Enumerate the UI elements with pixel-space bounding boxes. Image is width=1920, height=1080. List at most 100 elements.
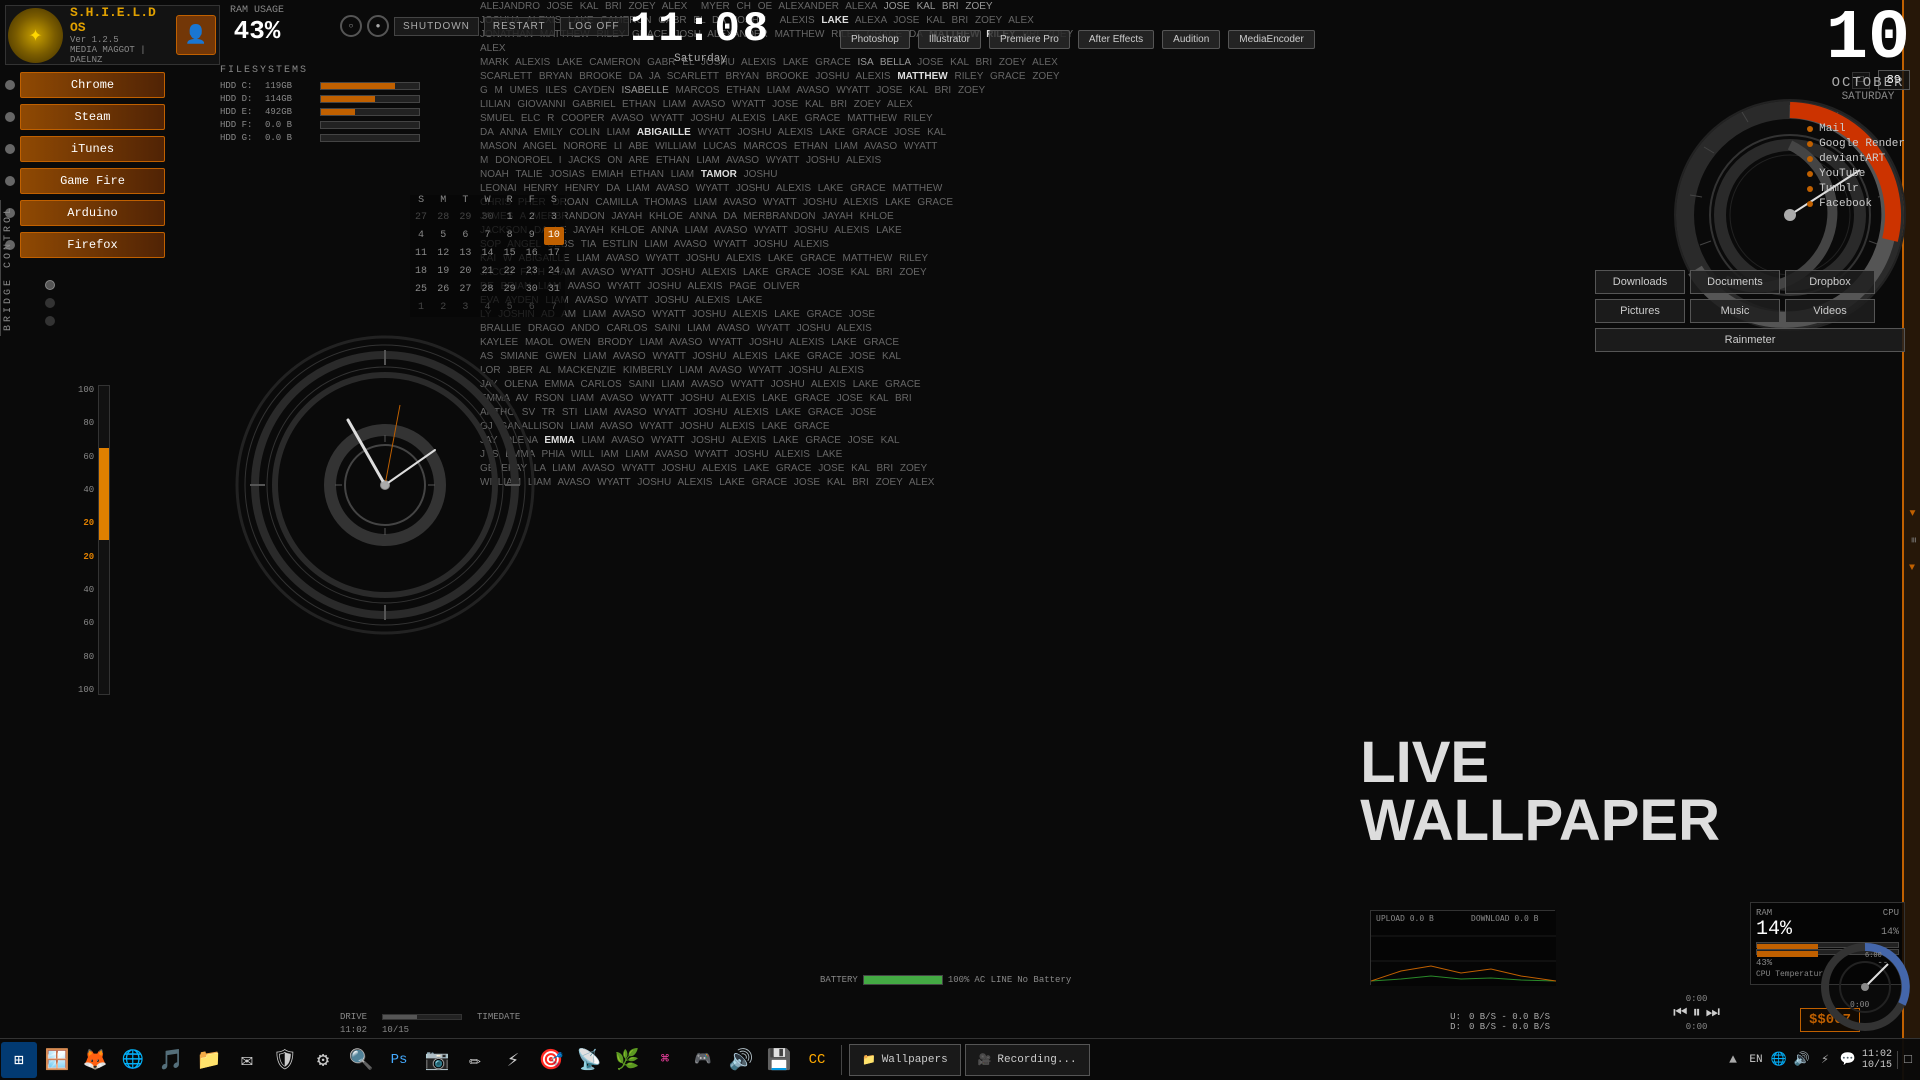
next-button[interactable]: ⏭: [1706, 1004, 1720, 1022]
net-upload-label: U:: [1450, 1012, 1461, 1022]
taskbar-icon-extra3[interactable]: 🔊: [723, 1042, 759, 1078]
face-art: ALEJANDRO JOSE KAL BRI ZOEY ALEX MYER CH…: [480, 0, 1080, 780]
fs-row-d: HDD D: 114GB: [220, 94, 420, 104]
ram-panel: RAM USAGE 43%: [230, 5, 284, 46]
media-time-end: 0:00: [1686, 1022, 1708, 1032]
ram-label: RAM USAGE: [230, 5, 284, 16]
sidebar-item-steam[interactable]: Steam: [0, 104, 220, 130]
premiere-btn[interactable]: Premiere Pro: [989, 30, 1070, 49]
link-facebook[interactable]: Facebook: [1807, 198, 1905, 210]
left-sidebar: Chrome Steam iTunes Game Fire Arduino Fi…: [0, 70, 220, 260]
play-pause-button[interactable]: ⏸: [1693, 1004, 1701, 1022]
shutdown-button[interactable]: SHUTDOWN: [394, 17, 479, 36]
today-cell: 10: [544, 227, 564, 245]
taskbar-icon-settings[interactable]: ⚙: [305, 1042, 341, 1078]
shield-logo: ✦: [8, 8, 63, 63]
battery-label: BATTERY: [820, 975, 858, 985]
taskbar: ⊞ 🪟 🦊 🌐 🎵 📁 ✉ 🛡 ⚙ 🔍 Ps 📷 ✏ ⚡ 🎯 📡 🌿 ⌘ 🎮 🔊…: [0, 1038, 1920, 1080]
sidebar-item-firefox[interactable]: Firefox: [0, 232, 220, 258]
link-mail[interactable]: Mail: [1807, 123, 1905, 135]
taskbar-wallpapers[interactable]: 📁 Wallpapers: [849, 1044, 961, 1076]
link-google-render[interactable]: Google Render: [1807, 138, 1905, 150]
svg-text:0:00: 0:00: [1850, 1000, 1869, 1009]
taskbar-icon-camera[interactable]: 📷: [419, 1042, 455, 1078]
media-encoder-btn[interactable]: MediaEncoder: [1228, 30, 1314, 49]
filesystem-panel: FILESYSTEMS HDD C: 119GB HDD D: 114GB HD…: [220, 65, 420, 146]
tray-icon-1[interactable]: ▲: [1724, 1051, 1742, 1069]
illustrator-btn[interactable]: Illustrator: [918, 30, 981, 49]
tray-icon-sound[interactable]: 🔊: [1793, 1051, 1811, 1069]
tray-icon-en[interactable]: EN: [1747, 1051, 1765, 1069]
taskbar-icon-chrome[interactable]: 🌐: [115, 1042, 151, 1078]
analog-clock: [230, 330, 540, 640]
tray-icon-network[interactable]: 🌐: [1770, 1051, 1788, 1069]
taskbar-icon-mail[interactable]: ✉: [229, 1042, 265, 1078]
firefox-button[interactable]: Firefox: [20, 232, 165, 258]
taskbar-icon-pencil[interactable]: ✏: [457, 1042, 493, 1078]
taskbar-icon-itunes[interactable]: 🎵: [153, 1042, 189, 1078]
tray-time: 11:02 10/15: [1862, 1049, 1892, 1071]
tray-icon-show-desktop[interactable]: □: [1897, 1051, 1915, 1069]
downloads-folder[interactable]: Downloads: [1595, 270, 1685, 294]
chrome-button[interactable]: Chrome: [20, 72, 165, 98]
os-name: S.H.I.E.L.D OS: [70, 5, 171, 35]
svg-text:6:00: 6:00: [1865, 951, 1882, 959]
circle-btn-2[interactable]: ●: [367, 15, 389, 37]
user-icon: 👤: [176, 15, 216, 55]
tray-icon-power[interactable]: ⚡: [1816, 1051, 1834, 1069]
arduino-button[interactable]: Arduino: [20, 200, 165, 226]
taskbar-icon-green[interactable]: 🌿: [609, 1042, 645, 1078]
sidebar-item-itunes[interactable]: iTunes: [0, 136, 220, 162]
taskbar-icon-folder[interactable]: 📁: [191, 1042, 227, 1078]
music-folder[interactable]: Music: [1690, 299, 1780, 323]
svg-text:DOWNLOAD 0.0 B: DOWNLOAD 0.0 B: [1471, 914, 1539, 923]
audition-btn[interactable]: Audition: [1162, 30, 1220, 49]
fs-row-g: HDD G: 0.0 B: [220, 133, 420, 143]
sidebar-item-arduino[interactable]: Arduino: [0, 200, 220, 226]
vc-20-bot: 20: [78, 552, 94, 562]
taskbar-icon-target[interactable]: 🎯: [533, 1042, 569, 1078]
date-month: OCTOBER: [1826, 75, 1910, 91]
taskbar-icon-extra[interactable]: ⌘: [647, 1042, 683, 1078]
dropbox-folder[interactable]: Dropbox: [1785, 270, 1875, 294]
taskbar-icon-explorer[interactable]: 🪟: [39, 1042, 75, 1078]
videos-folder[interactable]: Videos: [1785, 299, 1875, 323]
taskbar-icon-signal[interactable]: 📡: [571, 1042, 607, 1078]
drive-date: 10/15: [382, 1025, 409, 1035]
gamefire-button[interactable]: Game Fire: [20, 168, 165, 194]
rainmeter-folder[interactable]: Rainmeter: [1595, 328, 1905, 352]
circle-btn-1[interactable]: ○: [340, 15, 362, 37]
restart-button[interactable]: RESTART: [484, 17, 555, 36]
taskbar-icon-firefox[interactable]: 🦊: [77, 1042, 113, 1078]
prev-button[interactable]: ⏮: [1673, 1004, 1687, 1022]
pictures-folder[interactable]: Pictures: [1595, 299, 1685, 323]
documents-folder[interactable]: Documents: [1690, 270, 1780, 294]
taskbar-icon-search[interactable]: 🔍: [343, 1042, 379, 1078]
bridge-control: BRIDGE CONTROL: [0, 200, 25, 336]
clock-time: 11:08: [630, 5, 771, 53]
taskbar-icon-extra5[interactable]: CC: [799, 1042, 835, 1078]
itunes-button[interactable]: iTunes: [20, 136, 165, 162]
media-time-start: 0:00: [1686, 994, 1708, 1004]
tray-icon-msg[interactable]: 💬: [1839, 1051, 1857, 1069]
taskbar-icon-extra2[interactable]: 🎮: [685, 1042, 721, 1078]
after-effects-btn[interactable]: After Effects: [1078, 30, 1154, 49]
sidebar-item-gamefire[interactable]: Game Fire: [0, 168, 220, 194]
taskbar-recording[interactable]: 🎥 Recording...: [965, 1044, 1090, 1076]
sidebar-item-chrome[interactable]: Chrome: [0, 72, 220, 98]
taskbar-icon-photoshop[interactable]: Ps: [381, 1042, 417, 1078]
taskbar-icon-shield[interactable]: 🛡: [267, 1042, 303, 1078]
ram-pct: 14%: [1756, 918, 1792, 941]
steam-button[interactable]: Steam: [20, 104, 165, 130]
taskbar-icon-extra4[interactable]: 💾: [761, 1042, 797, 1078]
start-button[interactable]: ⊞: [1, 1042, 37, 1078]
link-deviantart[interactable]: deviantART: [1807, 153, 1905, 165]
taskbar-sep: [841, 1045, 842, 1075]
logoff-button[interactable]: LOG OFF: [560, 17, 629, 36]
link-tumblr[interactable]: Tumblr: [1807, 183, 1905, 195]
net-download-value: 0 B/S - 0.0 B/S: [1469, 1022, 1550, 1032]
taskbar-icon-lightning[interactable]: ⚡: [495, 1042, 531, 1078]
photoshop-btn[interactable]: Photoshop: [840, 30, 910, 49]
system-tray: ▲ EN 🌐 🔊 ⚡ 💬 11:02 10/15 □: [1724, 1049, 1920, 1071]
link-youtube[interactable]: YouTube: [1807, 168, 1905, 180]
